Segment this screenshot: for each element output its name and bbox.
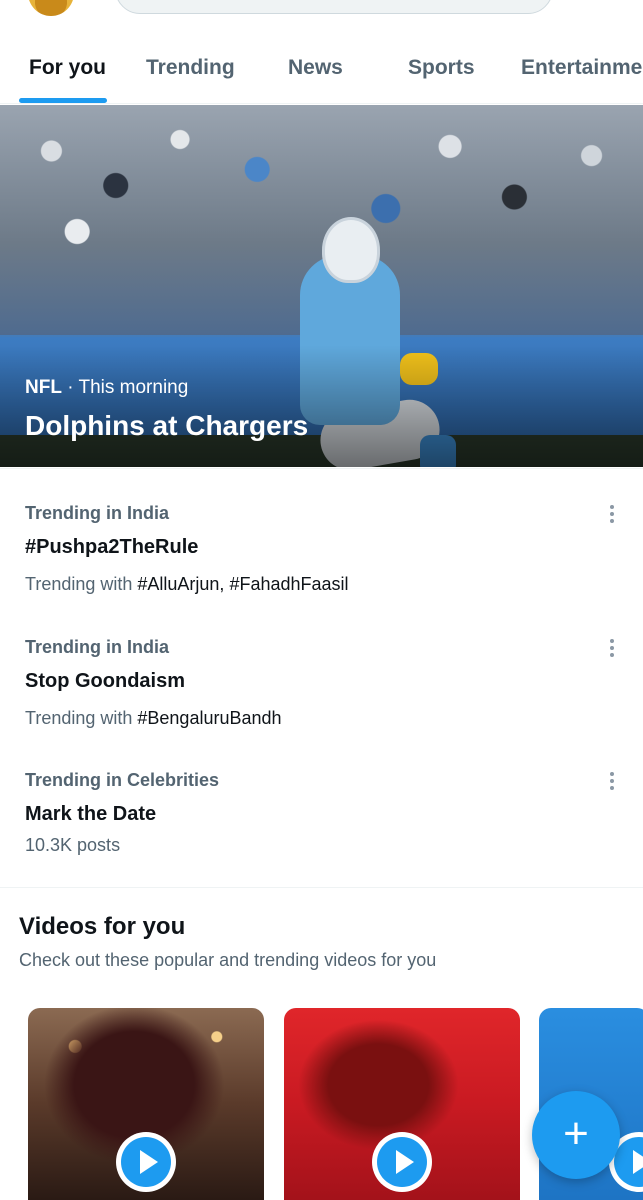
tab-entertainment[interactable]: Entertainment <box>521 56 643 80</box>
trend-title: Mark the Date <box>25 803 157 825</box>
trend-related-tags: #BengaluruBandh <box>137 708 282 728</box>
divider <box>0 468 643 476</box>
more-options-icon[interactable] <box>603 637 621 659</box>
compose-button[interactable]: + <box>532 1091 620 1179</box>
more-options-icon[interactable] <box>603 503 621 525</box>
hero-category: NFL <box>25 377 62 398</box>
play-icon[interactable] <box>372 1132 432 1192</box>
video-card[interactable] <box>28 1008 264 1200</box>
hero-image-helmet <box>322 217 380 283</box>
trend-related-tags: #AlluArjun, #FahadhFaasil <box>137 574 349 594</box>
active-tab-indicator <box>19 98 107 103</box>
tab-sports[interactable]: Sports <box>408 56 475 80</box>
trend-subtitle: Trending with #AlluArjun, #FahadhFaasil <box>25 574 349 595</box>
hero-separator: · <box>61 377 79 398</box>
trend-category: Trending in India <box>25 503 169 523</box>
tab-news[interactable]: News <box>288 56 343 80</box>
videos-section-title: Videos for you <box>19 913 186 940</box>
tab-bar: For you Trending News Sports Entertainme… <box>0 40 643 104</box>
trend-title: Stop Goondaism <box>25 670 185 692</box>
trend-subtitle-prefix: Trending with <box>25 708 138 728</box>
more-options-icon[interactable] <box>603 770 621 792</box>
trend-category: Trending in India <box>25 637 169 657</box>
trend-title: #Pushpa2TheRule <box>25 536 199 558</box>
divider <box>0 887 643 888</box>
trend-subtitle-prefix: 10.3K posts <box>25 835 121 855</box>
trend-item[interactable]: Trending in India #Pushpa2TheRule Trendi… <box>0 503 643 633</box>
avatar[interactable] <box>28 0 74 16</box>
video-card[interactable] <box>284 1008 520 1200</box>
hero-time: This morning <box>78 377 189 398</box>
hero-card[interactable]: NFL · This morning Dolphins at Chargers <box>0 105 643 467</box>
play-icon[interactable] <box>116 1132 176 1192</box>
tab-for-you[interactable]: For you <box>29 56 106 80</box>
hero-meta: NFL · This morning <box>25 377 188 399</box>
trend-item[interactable]: Trending in India Stop Goondaism Trendin… <box>0 637 643 767</box>
top-bar <box>0 0 643 30</box>
trend-subtitle-prefix: Trending with <box>25 574 138 594</box>
trend-post-count: 10.3K posts <box>25 835 120 856</box>
videos-section-subtitle: Check out these popular and trending vid… <box>19 950 437 970</box>
search-input[interactable] <box>115 0 553 14</box>
hero-gradient <box>0 345 643 467</box>
trend-category: Trending in Celebrities <box>25 770 220 790</box>
tab-trending[interactable]: Trending <box>146 56 235 80</box>
hero-title: Dolphins at Chargers <box>25 410 309 441</box>
trend-item[interactable]: Trending in Celebrities Mark the Date 10… <box>0 770 643 900</box>
trend-subtitle: Trending with #BengaluruBandh <box>25 708 282 729</box>
